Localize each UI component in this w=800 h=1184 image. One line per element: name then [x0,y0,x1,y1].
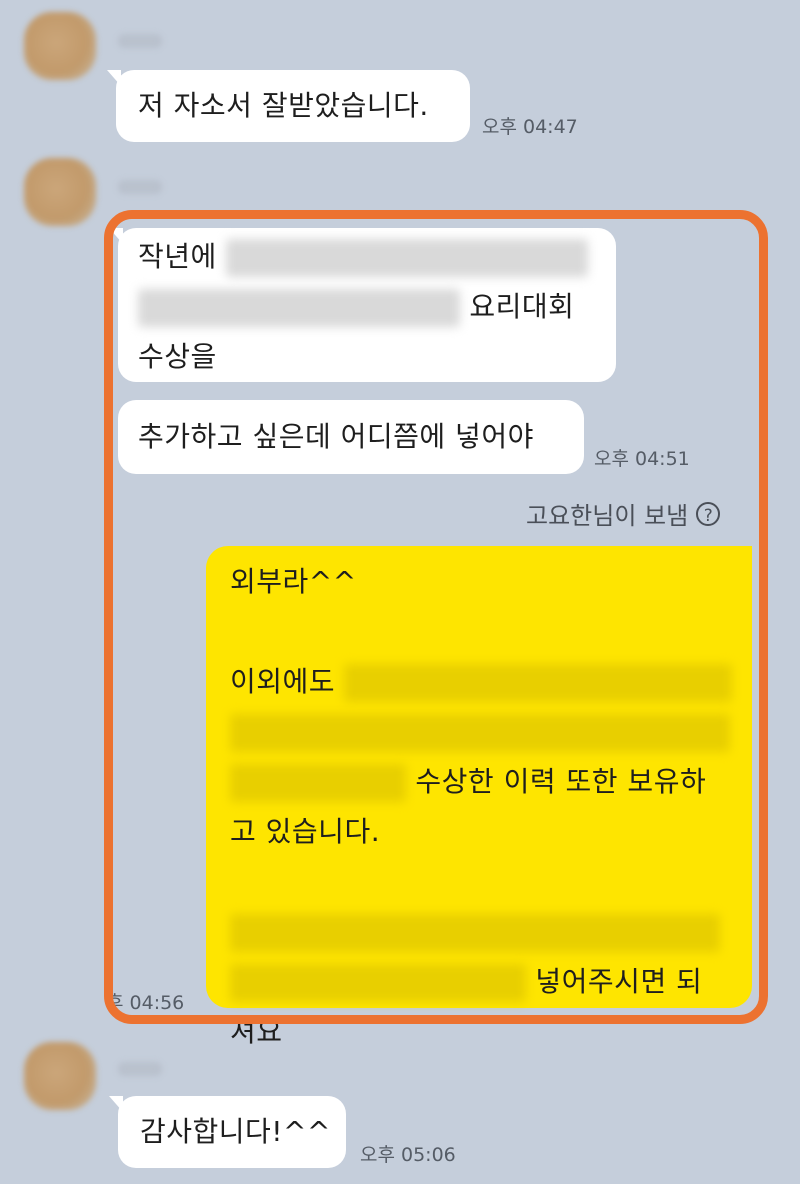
message-text: 저 자소서 잘받았습니다. [138,89,429,122]
empty-line [230,606,752,656]
redacted-text [138,289,460,327]
message-text: 이외에도 [230,665,336,698]
message-text: 작년에 [138,240,217,273]
sent-by-label: 고요한님이 보냄 ? [526,496,721,531]
message-bubble[interactable]: 추가하고 싶은데 어디쯤에 넣어야 [118,400,584,474]
avatar[interactable] [24,12,96,80]
avatar[interactable] [24,158,96,226]
message-text: 수상한 이력 또한 보유하 [415,765,707,798]
redacted-text [344,664,733,702]
message-text: 고 있습니다. [230,815,381,848]
message-text: 추가하고 싶은데 어디쯤에 넣어야 [138,420,534,453]
redacted-text [230,964,526,1002]
sender-name [118,180,162,194]
message-time: 오후 04:47 [482,116,578,138]
avatar[interactable] [24,1042,96,1110]
message-text: 넣어주시면 되 [535,965,703,998]
sender-name [118,1062,162,1076]
message-bubble[interactable]: 감사합니다!^^ [109,1096,346,1168]
redacted-text [230,714,730,752]
message-text: 감사합니다!^^ [140,1115,331,1148]
sent-by-text: 고요한님이 보냄 [526,502,689,530]
my-message-bubble[interactable]: 외부라^^ 이외에도 수상한 이력 또한 보유하 고 있습니다. 넣어주시면 되… [206,546,752,1048]
message-text: 외부라^^ [230,565,357,598]
message-text: 셔요 [230,1015,283,1048]
message-time: 후 04:56 [106,992,185,1014]
redacted-text [230,914,720,952]
message-bubble[interactable]: 작년에 요리대회 수상을 [109,228,616,382]
question-circle-icon[interactable]: ? [696,501,721,526]
message-text: 수상을 [138,340,217,373]
redacted-text [230,764,406,802]
message-text: 요리대회 [469,290,575,323]
message-time: 오후 04:51 [594,448,690,470]
empty-line [230,856,752,906]
message-bubble[interactable]: 저 자소서 잘받았습니다. [107,70,470,142]
redacted-text [226,239,589,277]
message-time: 오후 05:06 [360,1144,456,1166]
sender-name [118,34,162,48]
